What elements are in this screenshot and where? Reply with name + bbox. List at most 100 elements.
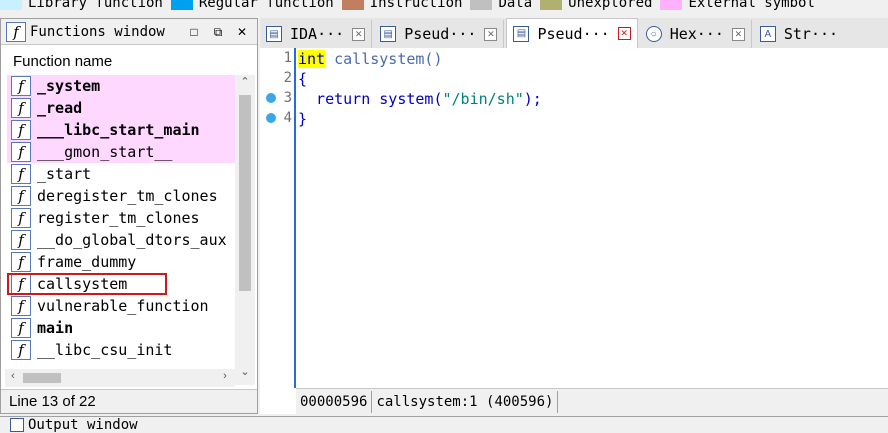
hex-view-icon: ○ [645, 26, 662, 42]
line-number: 2 [283, 70, 292, 86]
function-icon: f [11, 296, 31, 316]
tab-label: Pseud··· [537, 24, 610, 43]
function-row-selected[interactable]: f callsystem [7, 273, 167, 295]
legend-swatch [0, 0, 22, 10]
function-row[interactable]: f register_tm_clones [7, 207, 235, 229]
legend-swatch [170, 0, 193, 10]
code-line-1[interactable]: int callsystem() [298, 49, 443, 69]
legend-swatch [660, 0, 683, 10]
function-icon: f [11, 274, 31, 294]
minimize-icon[interactable]: □ [185, 23, 203, 41]
scrollbar-thumb[interactable] [23, 373, 61, 383]
legend-bar: Library function Regular function Instru… [0, 0, 888, 12]
functions-window: f Functions window □ ⧉ ✕ Function name f… [0, 18, 258, 414]
ida-view-icon: ▤ [266, 26, 282, 42]
pseudocode-icon: ▤ [513, 25, 530, 42]
legend-item-external: External symbol [660, 0, 815, 11]
tab-label: Str··· [783, 25, 839, 43]
breakpoint-dot-icon[interactable] [266, 93, 276, 103]
function-row[interactable]: f _read [7, 97, 235, 119]
gutter-divider [294, 48, 296, 388]
function-icon: f [11, 98, 31, 118]
function-name: register_tm_clones [37, 209, 200, 227]
tab-close-icon[interactable]: ✕ [731, 27, 745, 41]
function-row[interactable]: f vulnerable_function [7, 295, 235, 317]
scroll-left-icon[interactable]: ‹ [5, 370, 21, 386]
close-icon[interactable]: ✕ [233, 23, 251, 41]
tab-strings[interactable]: A Str··· [753, 20, 845, 48]
function-row[interactable]: f ___gmon_start__ [7, 141, 235, 163]
tab-bar: ▤ IDA··· ✕ ▤ Pseud··· ✕ ▤ Pseud··· ✕ ○ H… [260, 18, 888, 48]
function-icon: f [11, 164, 31, 184]
function-name: ___gmon_start__ [37, 143, 173, 161]
function-name: _read [37, 99, 83, 117]
function-icon: f [11, 230, 31, 250]
function-row[interactable]: f __libc_csu_init [7, 339, 235, 361]
tab-ida-view[interactable]: ▤ IDA··· ✕ [260, 20, 373, 48]
pseudocode-icon: ▤ [380, 26, 397, 42]
tab-close-icon[interactable]: ✕ [484, 27, 498, 41]
function-list: f _system f _read f ___libc_start_main f… [7, 75, 235, 361]
status-location: callsystem:1 (400596) [372, 390, 559, 413]
function-row[interactable]: f deregister_tm_clones [7, 185, 235, 207]
column-header-function-name[interactable]: Function name [5, 49, 235, 73]
legend-label: External symbol [688, 0, 815, 11]
return-statement: return system( [298, 90, 443, 108]
tab-label: Pseud··· [404, 25, 477, 43]
function-name: __do_global_dtors_aux [37, 231, 227, 249]
function-icon: f [11, 252, 31, 272]
tab-close-icon[interactable]: ✕ [352, 27, 366, 41]
line-gutter: 1 2 3 4 [260, 48, 296, 388]
function-row[interactable]: f frame_dummy [7, 251, 235, 273]
legend-swatch [540, 0, 563, 10]
tab-hex-view[interactable]: ○ Hex··· ✕ [639, 20, 752, 48]
legend-label: Data [498, 0, 533, 11]
function-row[interactable]: f ___libc_start_main [7, 119, 235, 141]
tab-pseudocode-b[interactable]: ▤ Pseud··· ✕ [506, 18, 638, 48]
function-name: deregister_tm_clones [37, 187, 218, 205]
horizontal-scrollbar[interactable]: ‹ › [5, 369, 235, 387]
function-icon: f [11, 142, 31, 162]
code-line-4[interactable]: } [298, 109, 307, 129]
code-line-3[interactable]: return system("/bin/sh"); [298, 89, 542, 109]
legend-label: Library function [28, 0, 163, 11]
statement-end: ); [523, 90, 542, 108]
scroll-down-icon[interactable]: ⌄ [235, 365, 255, 381]
scroll-up-icon[interactable]: ⌃ [235, 75, 255, 91]
legend-item-data: Data [470, 0, 532, 11]
tab-label: Hex··· [669, 25, 724, 43]
legend-label: Unexplored [568, 0, 653, 11]
vertical-scrollbar[interactable]: ⌃ ⌄ [235, 75, 255, 385]
functions-window-titlebar[interactable]: f Functions window □ ⧉ ✕ [1, 19, 257, 45]
function-name: vulnerable_function [37, 297, 209, 315]
breakpoint-dot-icon[interactable] [266, 113, 276, 123]
legend-item-unexplored: Unexplored [540, 0, 652, 11]
code-line-2[interactable]: { [298, 69, 307, 89]
scroll-right-icon[interactable]: › [217, 370, 233, 386]
function-name: __libc_csu_init [37, 341, 173, 359]
strings-icon: A [759, 26, 776, 42]
function-icon: f [11, 208, 31, 228]
output-window[interactable]: Output window [0, 416, 888, 433]
tab-pseudocode-a[interactable]: ▤ Pseud··· ✕ [374, 20, 505, 48]
legend-swatch [470, 0, 493, 10]
function-name: ___libc_start_main [37, 121, 200, 139]
line-number: 3 [283, 90, 292, 106]
function-row[interactable]: f _start [7, 163, 235, 185]
function-signature: callsystem() [325, 50, 443, 68]
tab-label: IDA··· [290, 25, 345, 43]
pseudocode-status-bar: 00000596 callsystem:1 (400596) [296, 388, 888, 414]
function-icon: f [6, 21, 26, 42]
function-row[interactable]: f __do_global_dtors_aux [7, 229, 235, 251]
legend-item-instruction: Instruction [341, 0, 462, 11]
function-icon: f [11, 340, 31, 360]
pseudocode-view[interactable]: 1 2 3 4 int callsystem() { return system… [260, 48, 888, 414]
function-row[interactable]: f _system [7, 75, 235, 97]
function-name: _system [37, 77, 101, 95]
scrollbar-thumb[interactable] [239, 95, 251, 291]
line-number: 1 [283, 50, 292, 66]
tab-close-icon[interactable]: ✕ [617, 27, 631, 40]
function-row[interactable]: f main [7, 317, 235, 339]
functions-status: Line 13 of 22 [1, 389, 257, 413]
restore-icon[interactable]: ⧉ [209, 23, 227, 41]
